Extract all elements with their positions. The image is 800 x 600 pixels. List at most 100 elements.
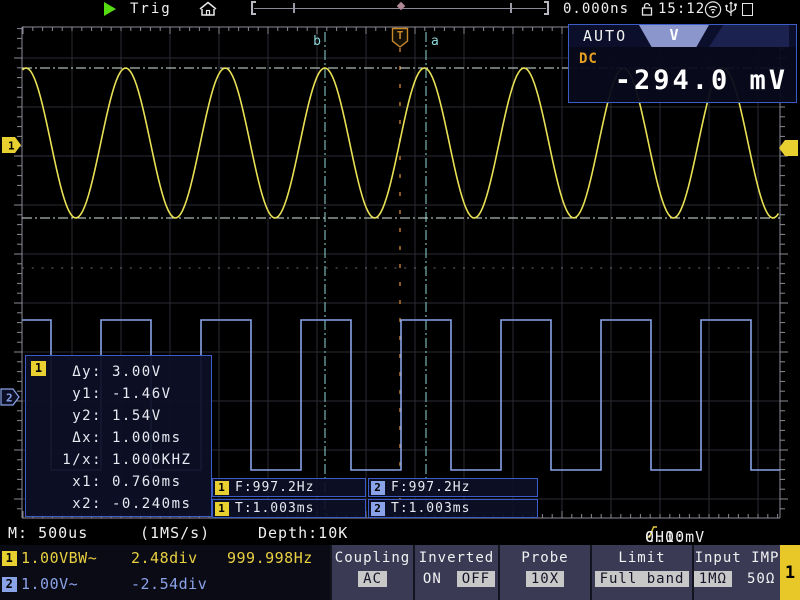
trigger-position-marker[interactable]: T: [393, 29, 408, 48]
cursor-readouts: Δy:3.00Vy1:-1.46Vy2:1.54VΔx:1.000ms1/x:1…: [26, 356, 211, 515]
cursor-readout-label: y1:: [26, 386, 102, 402]
channel-info: 1 1.00VBW~2.48div999.998Hz 2 1.00V~-2.54div: [0, 545, 330, 600]
window-end-marker[interactable]: [510, 3, 512, 13]
channel-2-badge: 2: [371, 502, 385, 516]
cursor-measure-panel: 1 Δy:3.00Vy1:-1.46Vy2:1.54VΔx:1.000ms1/x…: [25, 355, 212, 517]
channel-position: 2.48div: [131, 549, 223, 567]
oscilloscope-ui: Trig 0.000ns 15:12: [0, 0, 800, 600]
trigger-level-marker[interactable]: [779, 140, 798, 156]
multimeter-panel: AUTO V DC -294.0 mV: [568, 24, 797, 103]
cursor-readout-label: x2:: [26, 496, 102, 512]
cursor-readout-row: y2:1.54V: [26, 405, 211, 427]
channel-1-badge: 1: [215, 502, 229, 516]
battery-icon: [742, 3, 753, 16]
cursor-readout-value: 3.00V: [102, 364, 211, 380]
cursor-readout-row: Δx:1.000ms: [26, 427, 211, 449]
menu-option[interactable]: Full band: [595, 571, 690, 587]
ch1-position-marker[interactable]: 1: [2, 137, 21, 153]
measurement-value: T:1.003ms: [235, 501, 314, 516]
menu-section-coupling[interactable]: Coupling AC: [330, 545, 413, 600]
cursor-readout-row: x2:-0.240ms: [26, 493, 211, 515]
channel-frequency: 999.998Hz: [227, 549, 313, 567]
active-channel-tab[interactable]: 1: [780, 545, 800, 600]
auto-measurements: 1 F:997.2Hz 2 F:997.2Hz 1 T:1.003ms 2 T:1.003ms: [212, 478, 538, 518]
channel-2-status[interactable]: 2 1.00V~-2.54div: [2, 575, 223, 593]
lock-icon: [640, 1, 654, 17]
softkey-menu: Coupling AC Inverted ON OFF Probe 10X Limit Full…: [330, 545, 780, 600]
home-icon[interactable]: [197, 1, 219, 17]
cursor-a-label: a: [431, 34, 439, 49]
sample-rate-readout: (1MS/s): [140, 524, 210, 542]
menu-option[interactable]: AC: [358, 571, 387, 587]
svg-text:T: T: [397, 29, 404, 42]
measurement-value: F:997.2Hz: [235, 480, 314, 495]
menu-section-title: Coupling: [332, 550, 413, 566]
memory-depth-readout: Depth:10K: [258, 524, 348, 542]
trigger-readout: CH1: 0.00mV: [645, 524, 658, 540]
cursor-readout-label: Δy:: [26, 364, 102, 380]
wifi-icon: [704, 1, 722, 18]
menu-section-inverted[interactable]: Inverted ON OFF: [413, 545, 498, 600]
channel-scale: 1.00V~: [21, 575, 127, 593]
menu-section-input-imp[interactable]: Input IMP 1MΩ 50Ω: [692, 545, 780, 600]
channel-2-badge: 2: [371, 481, 385, 495]
meter-reading: -294.0 mV: [615, 65, 788, 96]
run-state-icon[interactable]: [104, 2, 116, 16]
menu-section-limit[interactable]: Limit Full band: [590, 545, 692, 600]
clock: 15:12: [658, 1, 705, 17]
menu-option[interactable]: ON: [418, 571, 447, 587]
status-bar: M: 500us (1MS/s) Depth:10K CH1: 0.00mV: [0, 520, 800, 545]
record-end-bracket: [544, 1, 549, 15]
channel-1-badge: 1: [215, 481, 229, 495]
menu-section-title: Limit: [592, 550, 692, 566]
svg-text:1: 1: [8, 140, 15, 153]
meter-coupling-label: DC: [579, 51, 598, 67]
trigger-menu-label[interactable]: Trig: [130, 1, 172, 17]
channel-1-status[interactable]: 1 1.00VBW~2.48div999.998Hz: [2, 549, 313, 567]
cursor-readout-label: x1:: [26, 474, 102, 490]
cursor-readout-label: y2:: [26, 408, 102, 424]
bottom-bar: 1 1.00VBW~2.48div999.998Hz 2 1.00V~-2.54div…: [0, 545, 800, 600]
cursor-readout-value: -0.240ms: [102, 496, 211, 512]
measurement-cell: 2 F:997.2Hz: [368, 478, 538, 497]
menu-section-title: Probe: [500, 550, 590, 566]
menu-option[interactable]: 10X: [526, 571, 564, 587]
cursor-readout-value: 0.760ms: [102, 474, 211, 490]
menu-section-probe[interactable]: Probe 10X: [498, 545, 590, 600]
svg-text:2: 2: [6, 392, 13, 405]
channel-2-badge: 2: [2, 577, 17, 592]
cursor-readout-value: 1.54V: [102, 408, 211, 424]
channel-1-badge: 1: [2, 551, 17, 566]
channel-position: -2.54div: [131, 575, 223, 593]
menu-section-title: Inverted: [415, 550, 498, 566]
menu-option[interactable]: OFF: [457, 571, 495, 587]
cursor-readout-label: 1/x:: [26, 452, 102, 468]
top-bar: Trig 0.000ns 15:12: [0, 0, 800, 18]
cursor-readout-row: 1/x:1.000KHZ: [26, 449, 211, 471]
channel-scale: 1.00VBW~: [21, 549, 127, 567]
cursor-readout-row: Δy:3.00V: [26, 361, 211, 383]
measurement-cell: 1 T:1.003ms: [212, 499, 366, 518]
horizontal-offset-value: 0.000ns: [563, 1, 629, 17]
cursor-readout-row: x1:0.760ms: [26, 471, 211, 493]
trigger-level-value: 0.00mV: [645, 528, 705, 546]
menu-option[interactable]: 1MΩ: [694, 571, 732, 587]
menu-section-title: Input IMP: [694, 550, 780, 566]
cursor-readout-label: Δx:: [26, 430, 102, 446]
cursor-readout-value: 1.000ms: [102, 430, 211, 446]
measurement-value: F:997.2Hz: [391, 480, 470, 495]
usb-icon: [725, 1, 737, 18]
meter-range-mode[interactable]: AUTO: [583, 27, 627, 45]
measurement-cell: 1 F:997.2Hz: [212, 478, 366, 497]
measurement-cell: 2 T:1.003ms: [368, 499, 538, 518]
cursor-readout-value: -1.46V: [102, 386, 211, 402]
measurement-value: T:1.003ms: [391, 501, 470, 516]
timebase-readout: M: 500us: [8, 524, 88, 542]
cursor-readout-value: 1.000KHZ: [102, 452, 211, 468]
record-start-bracket: [251, 1, 256, 15]
cursor-readout-row: y1:-1.46V: [26, 383, 211, 405]
ch2-position-marker[interactable]: 2: [1, 389, 19, 405]
window-start-marker[interactable]: [293, 3, 295, 13]
menu-option[interactable]: 50Ω: [742, 571, 780, 587]
cursor-b-label: b: [313, 34, 321, 49]
